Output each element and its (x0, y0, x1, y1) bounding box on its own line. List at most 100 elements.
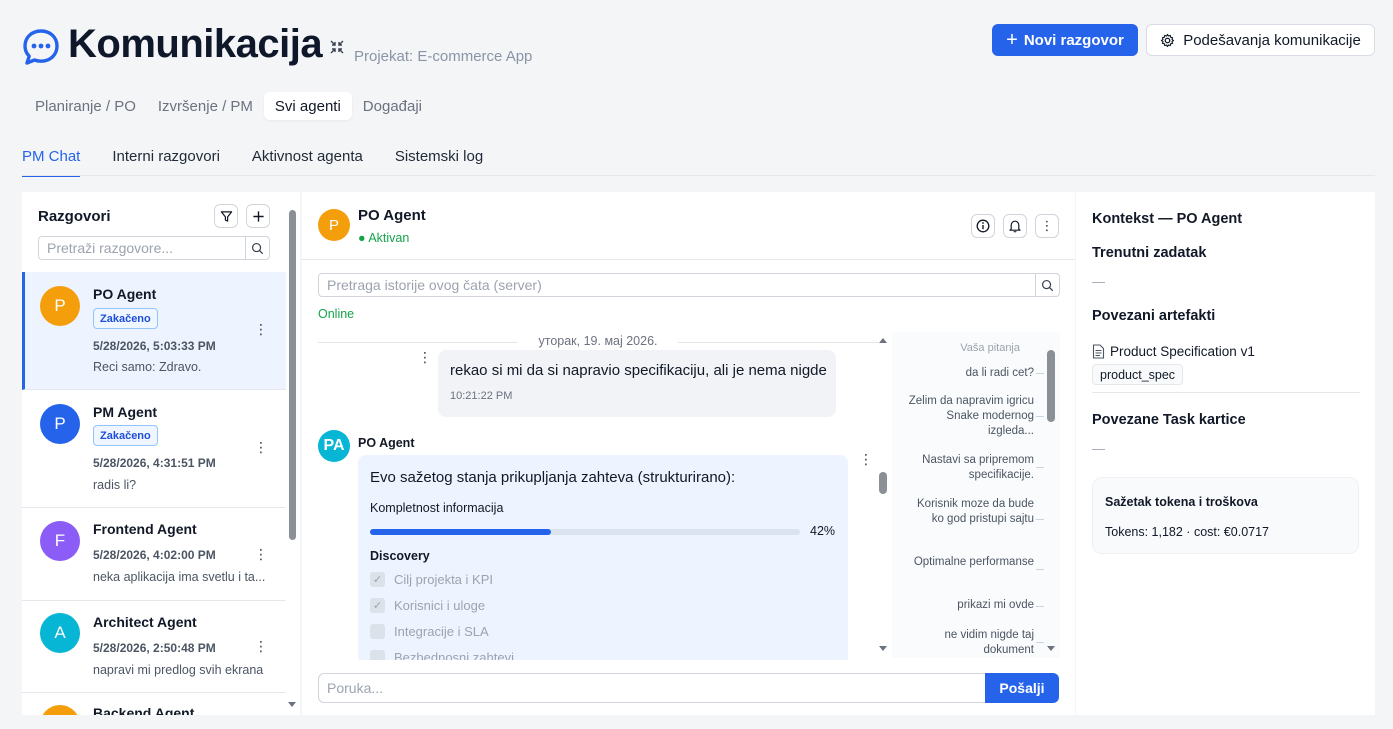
collapse-icon[interactable] (330, 40, 344, 54)
question-item[interactable]: Korisnik moze da bude ko god pristupi sa… (904, 497, 1034, 527)
document-icon (1092, 344, 1105, 359)
conversation-time: 5/28/2026, 5:03:33 PM (93, 339, 216, 353)
message-list: уторак, 19. мај 2026. ⋮ rekao si mi da s… (318, 330, 886, 660)
progress-percent: 42% (810, 524, 836, 538)
question-item[interactable]: Nastavi sa pripremom specifikacije. (904, 453, 1034, 483)
tab-svi-agenti[interactable]: Svi agenti (263, 92, 352, 120)
question-marker (1036, 642, 1044, 643)
artifact-item[interactable]: Product Specification v1 (1092, 344, 1255, 359)
chat-history-search-input[interactable] (319, 277, 1035, 293)
avatar: PA (318, 430, 350, 462)
checklist-item: ✓ Korisnici i uloge (370, 598, 485, 613)
send-button[interactable]: Pošalji (985, 673, 1059, 703)
question-item[interactable]: prikazi mi ovde (904, 598, 1034, 613)
pinned-badge: Zakačeno (93, 308, 158, 329)
message-author: PO Agent (358, 436, 415, 450)
filter-button[interactable] (214, 204, 238, 228)
context-title: Kontekst — PO Agent (1092, 211, 1243, 227)
conversation-search-button[interactable] (245, 237, 269, 259)
notifications-button[interactable] (1003, 214, 1027, 238)
info-button[interactable] (971, 214, 995, 238)
checklist-label: Cilj projekta i KPI (394, 572, 493, 587)
more-options-icon[interactable]: ⋮ (859, 451, 873, 468)
tab-aktivnost-agenta[interactable]: Aktivnost agenta (252, 148, 363, 177)
progress-fill (370, 529, 551, 535)
token-summary-value: Tokens: 1,182 · cost: €0.0717 (1105, 525, 1269, 539)
conversation-name: Frontend Agent (93, 521, 197, 537)
message-time: 10:21:22 PM (450, 390, 513, 402)
conversation-snippet: radis li? (93, 478, 137, 492)
avatar: P (318, 209, 350, 241)
search-icon (1041, 279, 1054, 291)
avatar: P (40, 404, 80, 444)
tab-pm-chat[interactable]: PM Chat (22, 148, 81, 177)
more-options-icon[interactable]: ⋮ (254, 440, 268, 454)
tab-sistemski-log[interactable]: Sistemski log (395, 148, 483, 177)
project-label: Projekat: E-commerce App (354, 48, 533, 65)
list-item[interactable]: P PM Agent Zakačeno 5/28/2026, 4:31:51 P… (22, 390, 286, 508)
question-marker (1036, 373, 1044, 374)
more-options-icon: ⋮ (1040, 218, 1054, 233)
scroll-down-icon[interactable] (1047, 646, 1055, 651)
gear-icon (1161, 33, 1175, 47)
question-item[interactable]: ne vidim nigde taj dokument (904, 628, 1035, 658)
question-item[interactable]: Zelim da napravim igricu Snake modernog … (904, 394, 1034, 439)
conversation-snippet: napravi mi predlog svih ekrana (93, 663, 264, 677)
add-conversation-button[interactable] (246, 204, 270, 228)
tab-interni-razgovori[interactable]: Interni razgovori (112, 148, 220, 177)
communication-settings-button[interactable]: Podešavanja komunikacije (1146, 24, 1375, 56)
date-separator: уторак, 19. мај 2026. (318, 334, 878, 348)
conversation-scrollbar[interactable] (288, 202, 296, 714)
question-item[interactable]: Optimalne performanse (904, 555, 1034, 570)
token-summary-title: Sažetak tokena i troškova (1105, 495, 1258, 509)
tab-planiranje[interactable]: Planiranje / PO (24, 92, 147, 120)
conversation-search-input[interactable] (39, 240, 245, 256)
checklist-item: Bezbednosni zahtevi (370, 650, 514, 660)
conversations-title: Razgovori (38, 208, 111, 225)
more-options-button[interactable]: ⋮ (1035, 214, 1059, 238)
artifact-name: Product Specification v1 (1110, 344, 1255, 359)
message-input-wrap (318, 673, 985, 703)
filter-icon (220, 210, 232, 222)
current-task-title: Trenutni zadatak (1092, 245, 1207, 261)
list-item[interactable]: A Architect Agent 5/28/2026, 2:50:48 PM … (22, 601, 286, 693)
scrollbar-thumb[interactable] (1047, 350, 1055, 422)
list-item[interactable]: F Frontend Agent 5/28/2026, 4:02:00 PM n… (22, 508, 286, 601)
connection-status: Online (318, 307, 355, 321)
scroll-up-icon[interactable] (879, 338, 887, 343)
scrollbar-thumb[interactable] (879, 472, 887, 494)
new-conversation-button[interactable]: + Novi razgovor (992, 24, 1138, 56)
message-text: rekao si mi da si napravio specifikaciju… (450, 362, 827, 379)
tab-izvrsenje[interactable]: Izvršenje / PM (147, 92, 264, 120)
scrollbar-thumb[interactable] (289, 210, 296, 540)
questions-title: Vaša pitanja (960, 342, 1020, 354)
message-input[interactable] (319, 680, 985, 696)
agent-message: Evo sažetog stanja prikupljanja zahteva … (358, 455, 848, 660)
chat-bubble-icon (23, 29, 59, 65)
more-options-icon[interactable]: ⋮ (418, 349, 432, 366)
plus-icon (252, 210, 264, 222)
scroll-down-icon[interactable] (288, 702, 296, 707)
bell-icon (1009, 220, 1021, 233)
artifact-tag: product_spec (1092, 364, 1184, 385)
conversation-search (38, 236, 270, 260)
checklist-item: Integracije i SLA (370, 624, 489, 639)
scroll-down-icon[interactable] (879, 646, 887, 651)
list-item[interactable]: P PO Agent Zakačeno 5/28/2026, 5:03:33 P… (22, 272, 286, 390)
more-options-icon[interactable]: ⋮ (254, 322, 268, 336)
tab-dogadjaji[interactable]: Događaji (352, 92, 433, 120)
more-options-icon[interactable]: ⋮ (254, 547, 268, 561)
avatar: P (40, 286, 80, 326)
conversation-snippet: neka aplikacija ima svetlu i ta... (93, 570, 266, 584)
questions-scrollbar[interactable] (1046, 340, 1056, 656)
question-item[interactable]: da li radi cet? (904, 366, 1034, 381)
more-options-icon[interactable]: ⋮ (254, 639, 268, 653)
conversation-name: Backend Agent (93, 705, 195, 715)
message-scrollbar[interactable] (876, 332, 890, 654)
question-marker (1036, 416, 1044, 417)
list-item[interactable]: B Backend Agent (22, 693, 286, 715)
conversation-list: P PO Agent Zakačeno 5/28/2026, 5:03:33 P… (22, 272, 286, 715)
questions-panel: Vaša pitanja da li radi cet? Zelim da na… (892, 332, 1060, 658)
chat-search-button[interactable] (1035, 274, 1059, 296)
conversation-time: 5/28/2026, 4:31:51 PM (93, 456, 216, 470)
